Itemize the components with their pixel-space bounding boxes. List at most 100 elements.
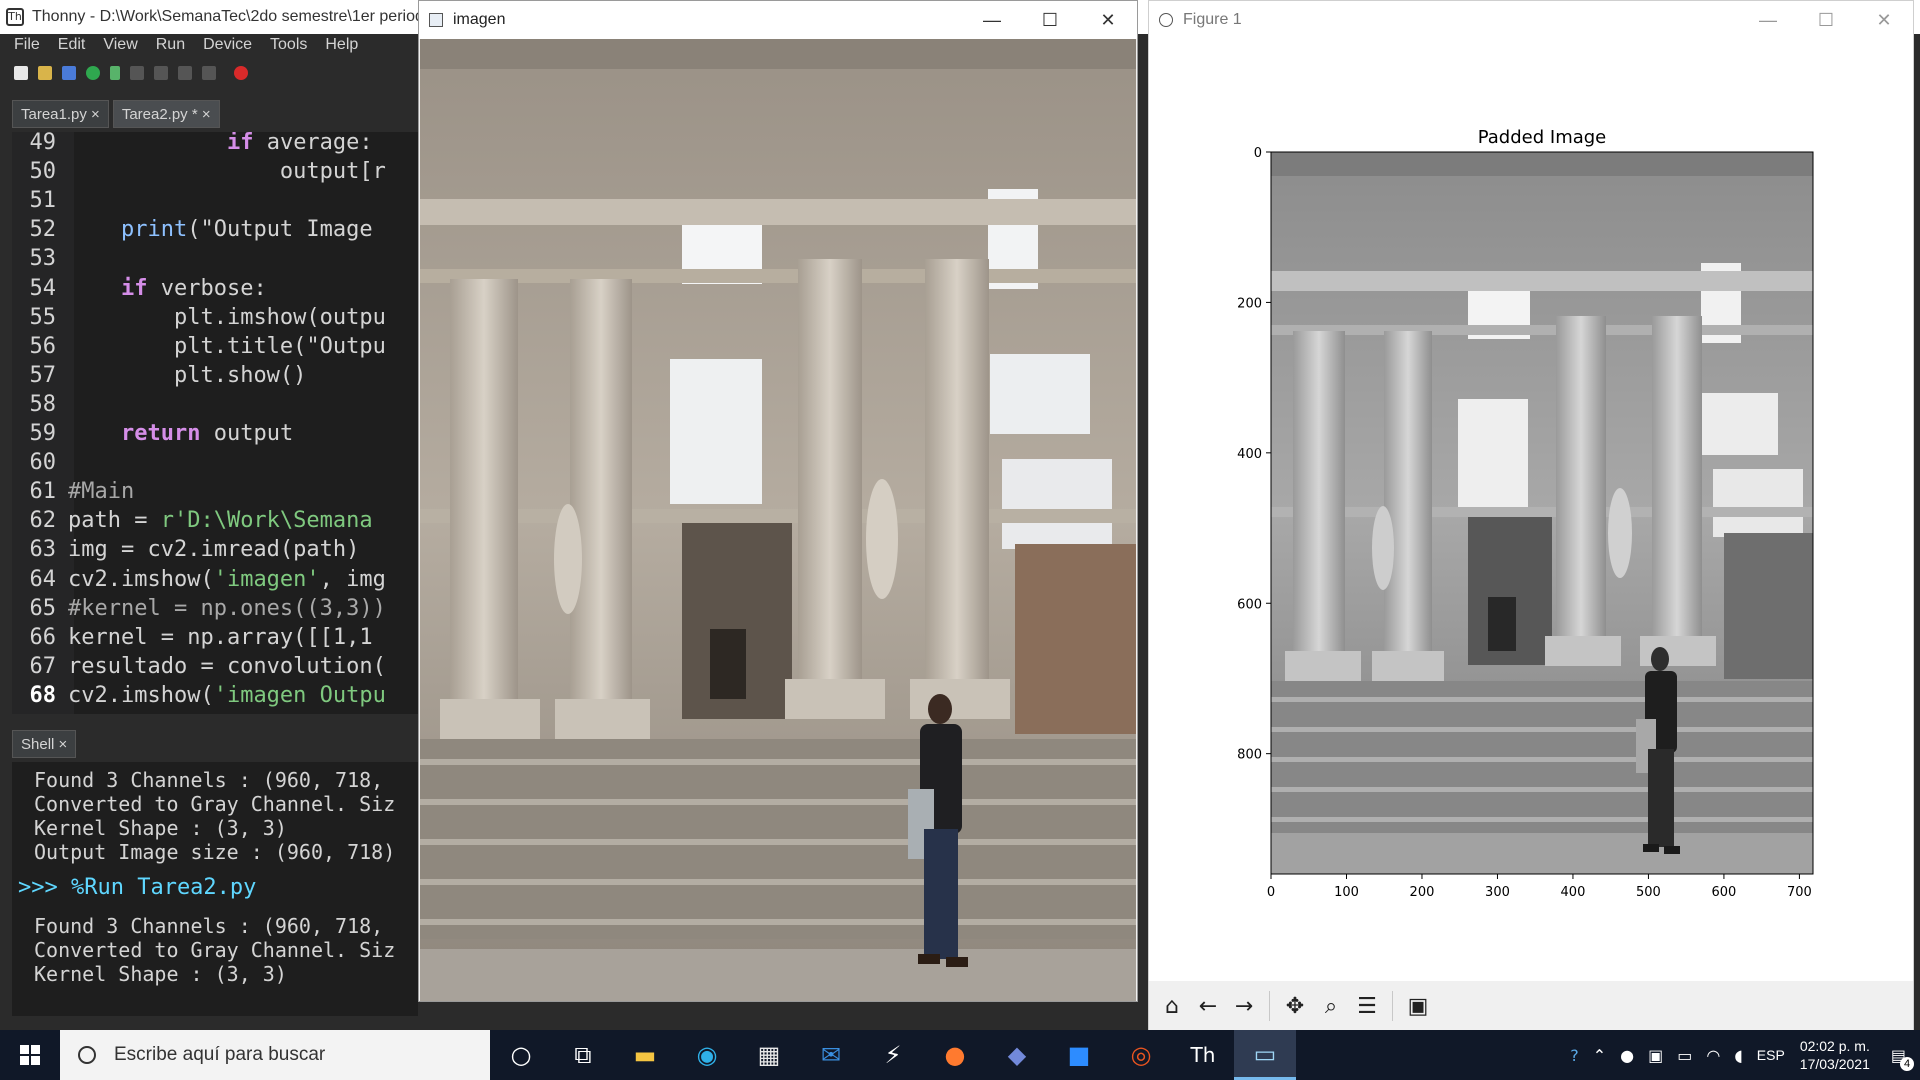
padded-grayscale-image: [1271, 152, 1813, 874]
save-file-icon[interactable]: [62, 66, 76, 80]
menu-device[interactable]: Device: [203, 36, 252, 54]
tab-close-icon[interactable]: ×: [202, 106, 211, 123]
code-token: print: [120, 217, 188, 243]
thonny-taskbar-icon[interactable]: Th: [1172, 1030, 1234, 1080]
edge-browser-icon[interactable]: ◉: [676, 1030, 738, 1080]
x-tick-label: 400: [1561, 885, 1586, 900]
step-over-icon[interactable]: [130, 66, 144, 80]
menu-help[interactable]: Help: [325, 36, 358, 54]
imagen-title: imagen: [453, 11, 506, 28]
stop-icon[interactable]: [234, 66, 248, 80]
shell-output-line: Found 3 Channels : (960, 718,: [34, 768, 384, 792]
figure-title: Figure 1: [1183, 11, 1242, 28]
volume-icon[interactable]: ◖: [1734, 1046, 1742, 1065]
save-figure-icon[interactable]: ▣: [1403, 991, 1433, 1021]
run-icon[interactable]: [86, 66, 100, 80]
minimize-button[interactable]: —: [1739, 1, 1797, 39]
back-arrow-icon[interactable]: ←: [1193, 991, 1223, 1021]
menu-tools[interactable]: Tools: [270, 36, 307, 54]
tab-label: Tarea2.py *: [121, 106, 198, 123]
code-line: 51: [12, 186, 68, 215]
windows-logo-icon: [20, 1045, 40, 1065]
code-line: 54 if verbose:: [12, 274, 267, 303]
tab-close-icon[interactable]: ×: [59, 736, 68, 753]
language-indicator[interactable]: ESP: [1757, 1047, 1785, 1063]
menu-run[interactable]: Run: [156, 36, 185, 54]
store-icon[interactable]: ▦: [738, 1030, 800, 1080]
file-explorer-icon[interactable]: ▬: [614, 1030, 676, 1080]
menu-edit[interactable]: Edit: [58, 36, 86, 54]
zoom-app-icon[interactable]: ■: [1048, 1030, 1110, 1080]
close-button[interactable]: ✕: [1855, 1, 1913, 39]
code-line: 61 #Main: [12, 477, 135, 506]
opencv-window-taskbar-icon[interactable]: ▭: [1234, 1030, 1296, 1080]
battery-icon[interactable]: ▭: [1677, 1046, 1692, 1065]
code-token: plt.imshow(outpu: [173, 304, 386, 330]
resume-icon[interactable]: [202, 66, 216, 80]
line-number: 54: [29, 275, 57, 301]
shell-output-line: Converted to Gray Channel. Siz: [34, 938, 396, 962]
step-into-icon[interactable]: [154, 66, 168, 80]
ubuntu-icon[interactable]: ◎: [1110, 1030, 1172, 1080]
code-token: img = cv2.imread(path): [68, 537, 360, 563]
tab-close-icon[interactable]: ×: [91, 106, 100, 123]
line-number: 68: [29, 682, 57, 708]
maximize-button[interactable]: ☐: [1797, 1, 1855, 39]
close-button[interactable]: ✕: [1079, 1, 1137, 39]
terminal-app-icon[interactable]: ⚡: [862, 1030, 924, 1080]
zoom-icon[interactable]: ⌕: [1316, 991, 1346, 1021]
microphone-icon[interactable]: ●: [1620, 1046, 1634, 1065]
tab-tarea2[interactable]: Tarea2.py * ×: [112, 100, 220, 128]
firefox-icon[interactable]: ●: [924, 1030, 986, 1080]
chevron-up-icon[interactable]: ⌃: [1593, 1046, 1606, 1065]
discord-icon[interactable]: ◆: [986, 1030, 1048, 1080]
shell-output-line: Kernel Shape : (3, 3): [34, 962, 287, 986]
shell-panel[interactable]: Found 3 Channels : (960, 718, Converted …: [12, 762, 418, 1016]
pan-icon[interactable]: ✥: [1280, 991, 1310, 1021]
device-icon[interactable]: ▣: [1648, 1046, 1663, 1065]
task-view-icon[interactable]: ⧉: [552, 1030, 614, 1080]
home-icon[interactable]: ⌂: [1157, 991, 1187, 1021]
tab-shell[interactable]: Shell ×: [12, 730, 77, 758]
menu-view[interactable]: View: [103, 36, 137, 54]
imagen-titlebar[interactable]: imagen — ☐ ✕: [419, 1, 1137, 39]
minimize-button[interactable]: —: [963, 1, 1021, 39]
forward-arrow-icon[interactable]: →: [1229, 991, 1259, 1021]
step-out-icon[interactable]: [178, 66, 192, 80]
code-token: #Main: [68, 479, 135, 505]
task-view-cortana-icon[interactable]: ○: [490, 1030, 552, 1080]
debug-icon[interactable]: [110, 66, 120, 80]
window-icon: [429, 13, 443, 27]
editor-tabs: Tarea1.py × Tarea2.py * ×: [12, 100, 220, 128]
taskbar-search-input[interactable]: Escribe aquí para buscar: [60, 1030, 490, 1080]
wifi-icon[interactable]: ◠: [1706, 1046, 1720, 1065]
line-number: 59: [29, 421, 57, 446]
figure-plot: Padded Image 0 100 200 300 400 500 600 7…: [1237, 127, 1814, 900]
new-file-icon[interactable]: [14, 66, 28, 80]
help-icon[interactable]: ?: [1570, 1046, 1579, 1065]
code-line: 66 kernel = np.array([[1,1: [12, 623, 373, 652]
code-editor[interactable]: 49 if average: 50 output[r 51 52 print("Out…: [12, 132, 418, 714]
configure-subplots-icon[interactable]: ☰: [1352, 991, 1382, 1021]
search-placeholder: Escribe aquí para buscar: [114, 1044, 326, 1065]
start-button[interactable]: [0, 1030, 60, 1080]
notifications-icon[interactable]: ▤ 4: [1891, 1046, 1914, 1071]
code-token: 'imagen': [213, 566, 320, 592]
menu-file[interactable]: File: [14, 36, 40, 54]
figure-titlebar[interactable]: Figure 1 — ☐ ✕: [1149, 1, 1913, 39]
x-tick-label: 100: [1334, 885, 1359, 900]
code-token: kernel = np.array([[1,1: [68, 624, 373, 650]
maximize-button[interactable]: ☐: [1021, 1, 1079, 39]
code-token: #kernel = np.ones((3,3)): [68, 595, 386, 621]
line-number: 51: [29, 188, 57, 214]
tab-label: Tarea1.py: [21, 106, 87, 123]
mail-icon[interactable]: ✉: [800, 1030, 862, 1080]
code-line: 52 print("Output Image: [12, 215, 373, 244]
clock[interactable]: 02:02 p. m. 17/03/2021: [1800, 1037, 1870, 1073]
tab-tarea1[interactable]: Tarea1.py ×: [12, 100, 109, 128]
x-tick-label: 700: [1787, 885, 1812, 900]
system-tray: ? ⌃ ● ▣ ▭ ◠ ◖ ESP 02:02 p. m. 17/03/2021…: [1563, 1030, 1920, 1080]
open-file-icon[interactable]: [38, 66, 52, 80]
